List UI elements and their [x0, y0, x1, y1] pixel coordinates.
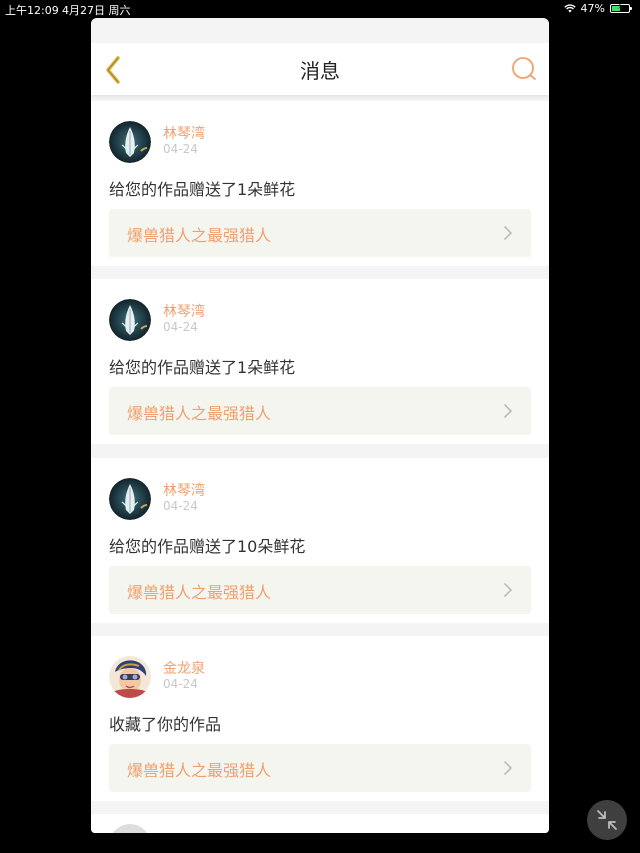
status-time: 上午12:09 [5, 4, 59, 17]
message-date: 04-24 [163, 142, 198, 156]
sender-name[interactable]: 林琴湾 [163, 480, 205, 500]
work-link[interactable]: 爆兽猎人之最强猎人 [109, 566, 531, 614]
message-text: 给您的作品赠送了1朵鲜花 [109, 180, 296, 199]
window-top-band [91, 18, 549, 43]
app-window: 消息 林琴湾 04-24 给您的作品赠送了1朵鲜花 爆兽猎人之最强猎人 林琴湾 … [91, 18, 549, 833]
sender-name[interactable]: 金龙泉 [163, 658, 205, 678]
chevron-right-icon [504, 583, 513, 597]
feather-avatar-icon[interactable] [109, 478, 151, 520]
search-icon[interactable] [511, 56, 537, 82]
work-link[interactable]: 爆兽猎人之最强猎人 [109, 387, 531, 435]
message-card-partial [91, 814, 549, 833]
status-right: 47% ⚡ [563, 2, 632, 15]
message-card: 林琴湾 04-24 给您的作品赠送了10朵鲜花 爆兽猎人之最强猎人 [91, 458, 549, 623]
message-card: 林琴湾 04-24 给您的作品赠送了1朵鲜花 爆兽猎人之最强猎人 [91, 101, 549, 266]
header: 消息 [91, 43, 549, 96]
feather-avatar-icon[interactable] [109, 121, 151, 163]
chevron-right-icon [504, 761, 513, 775]
message-text: 给您的作品赠送了1朵鲜花 [109, 358, 296, 377]
page-title: 消息 [300, 59, 340, 83]
collapse-window-button[interactable] [587, 800, 627, 840]
work-title: 爆兽猎人之最强猎人 [127, 404, 272, 423]
feather-avatar-icon[interactable] [109, 299, 151, 341]
character-avatar-icon[interactable] [109, 656, 151, 698]
chevron-right-icon [504, 226, 513, 240]
work-title: 爆兽猎人之最强猎人 [127, 583, 272, 602]
status-date: 4月27日 周六 [62, 4, 131, 17]
sender-name[interactable]: 林琴湾 [163, 123, 205, 143]
status-bar: 上午12:09 4月27日 周六 47% ⚡ [0, 0, 640, 18]
wifi-icon [563, 4, 576, 13]
battery-icon: ⚡ [610, 2, 632, 13]
message-date: 04-24 [163, 677, 198, 691]
sender-name[interactable]: 林琴湾 [163, 301, 205, 321]
message-text: 给您的作品赠送了10朵鲜花 [109, 537, 306, 556]
work-link[interactable]: 爆兽猎人之最强猎人 [109, 744, 531, 792]
chevron-right-icon [504, 404, 513, 418]
avatar-icon[interactable] [109, 824, 151, 833]
message-text: 收藏了你的作品 [109, 715, 222, 734]
message-card: 金龙泉 04-24 收藏了你的作品 爆兽猎人之最强猎人 [91, 636, 549, 801]
work-title: 爆兽猎人之最强猎人 [127, 226, 272, 245]
message-date: 04-24 [163, 499, 198, 513]
message-date: 04-24 [163, 320, 198, 334]
work-link[interactable]: 爆兽猎人之最强猎人 [109, 209, 531, 257]
work-title: 爆兽猎人之最强猎人 [127, 761, 272, 780]
battery-percent: 47% [580, 2, 605, 15]
collapse-arrows-icon [597, 810, 617, 830]
message-card: 林琴湾 04-24 给您的作品赠送了1朵鲜花 爆兽猎人之最强猎人 [91, 279, 549, 444]
